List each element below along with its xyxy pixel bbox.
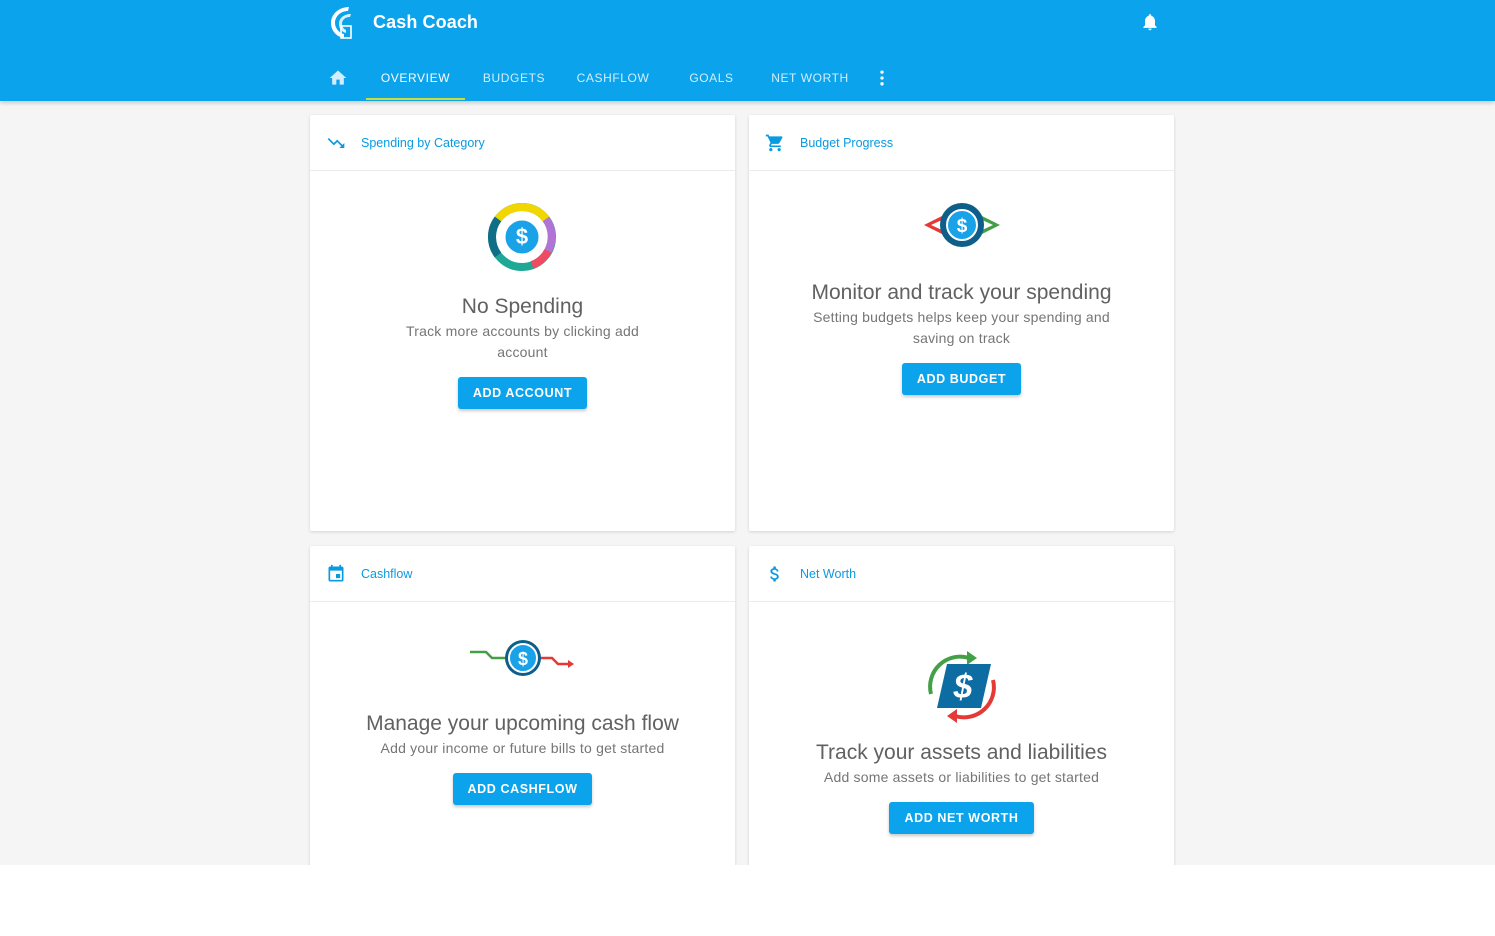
tab-cashflow[interactable]: CASHFLOW bbox=[563, 56, 663, 100]
budget-subtext-1: Setting budgets helps keep your spending… bbox=[813, 309, 1110, 325]
tab-goals-label: GOALS bbox=[689, 71, 734, 85]
calendar-icon bbox=[328, 564, 344, 581]
spending-card: Spending by Category $ No Spending Track… bbox=[310, 115, 735, 531]
cashflow-card: Cashflow $ Manage your upcoming cash flo… bbox=[310, 546, 735, 865]
tab-net-worth-label: NET WORTH bbox=[771, 71, 849, 85]
nav-tabs: OVERVIEW BUDGETS CASHFLOW GOALS NET WORT… bbox=[310, 56, 904, 100]
trending-down-icon bbox=[327, 137, 345, 148]
spending-card-header[interactable]: Spending by Category bbox=[310, 115, 735, 171]
networth-headline: Track your assets and liabilities bbox=[815, 741, 1107, 764]
app-title: Cash Coach bbox=[373, 11, 479, 32]
budget-card-title: Budget Progress bbox=[800, 135, 894, 150]
tab-net-worth[interactable]: NET WORTH bbox=[760, 56, 860, 100]
spending-subtext-1: Track more accounts by clicking add bbox=[406, 323, 639, 339]
svg-text:$: $ bbox=[516, 224, 528, 249]
app-viewport: Cash Coach OVERVIEW BUDGETS CASHFLOW GOA… bbox=[0, 0, 1495, 865]
budget-card-header[interactable]: Budget Progress bbox=[749, 115, 1174, 171]
tab-budgets-label: BUDGETS bbox=[482, 71, 546, 85]
tab-cashflow-label: CASHFLOW bbox=[576, 71, 650, 85]
tab-overview[interactable]: OVERVIEW bbox=[366, 56, 465, 100]
home-icon bbox=[329, 70, 347, 85]
tab-goals[interactable]: GOALS bbox=[663, 56, 760, 100]
tab-more[interactable] bbox=[860, 56, 904, 100]
svg-text:$: $ bbox=[953, 668, 974, 706]
spending-subtext-2: account bbox=[497, 344, 548, 360]
cart-icon bbox=[765, 134, 783, 151]
cashflow-card-header[interactable]: Cashflow bbox=[310, 546, 735, 602]
cashflow-dollar-icon: $ bbox=[470, 640, 574, 676]
cashflow-subtext: Add your income or future bills to get s… bbox=[380, 740, 665, 756]
budget-card: Budget Progress $ Monitor and track your… bbox=[749, 115, 1174, 531]
add-net-worth-button[interactable]: ADD NET WORTH bbox=[889, 802, 1034, 834]
svg-text:$: $ bbox=[518, 649, 528, 669]
svg-text:$: $ bbox=[957, 216, 968, 237]
spending-headline: No Spending bbox=[461, 295, 584, 318]
networth-cycle-icon: $ bbox=[928, 651, 996, 723]
app-bar: Cash Coach OVERVIEW BUDGETS CASHFLOW GOA… bbox=[0, 0, 1495, 101]
tab-home[interactable] bbox=[310, 56, 366, 100]
add-cashflow-button[interactable]: ADD CASHFLOW bbox=[452, 773, 593, 805]
brand[interactable]: Cash Coach bbox=[327, 4, 478, 40]
dollar-icon bbox=[770, 566, 779, 581]
add-account-button[interactable]: ADD ACCOUNT bbox=[457, 377, 588, 409]
networth-subtext: Add some assets or liabilities to get st… bbox=[823, 769, 1100, 785]
networth-card-header[interactable]: Net Worth bbox=[749, 546, 1174, 602]
cash-coach-logo-icon bbox=[331, 7, 352, 39]
budget-dollar-icon: $ bbox=[924, 203, 1000, 247]
cashflow-headline: Manage your upcoming cash flow bbox=[366, 712, 679, 735]
budget-subtext-2: saving on track bbox=[912, 330, 1011, 346]
bell-icon[interactable] bbox=[1140, 11, 1160, 33]
spending-card-title: Spending by Category bbox=[361, 135, 485, 150]
networth-card: Net Worth $ Track your assets and liabil… bbox=[749, 546, 1174, 865]
donut-dollar-icon: $ bbox=[488, 203, 556, 271]
networth-card-title: Net Worth bbox=[800, 566, 857, 581]
budget-headline: Monitor and track your spending bbox=[811, 281, 1112, 304]
add-budget-button[interactable]: ADD BUDGET bbox=[901, 363, 1022, 395]
tab-overview-label: OVERVIEW bbox=[380, 71, 451, 85]
more-vert-icon bbox=[880, 70, 884, 86]
tab-budgets[interactable]: BUDGETS bbox=[465, 56, 563, 100]
cashflow-card-title: Cashflow bbox=[361, 566, 413, 581]
